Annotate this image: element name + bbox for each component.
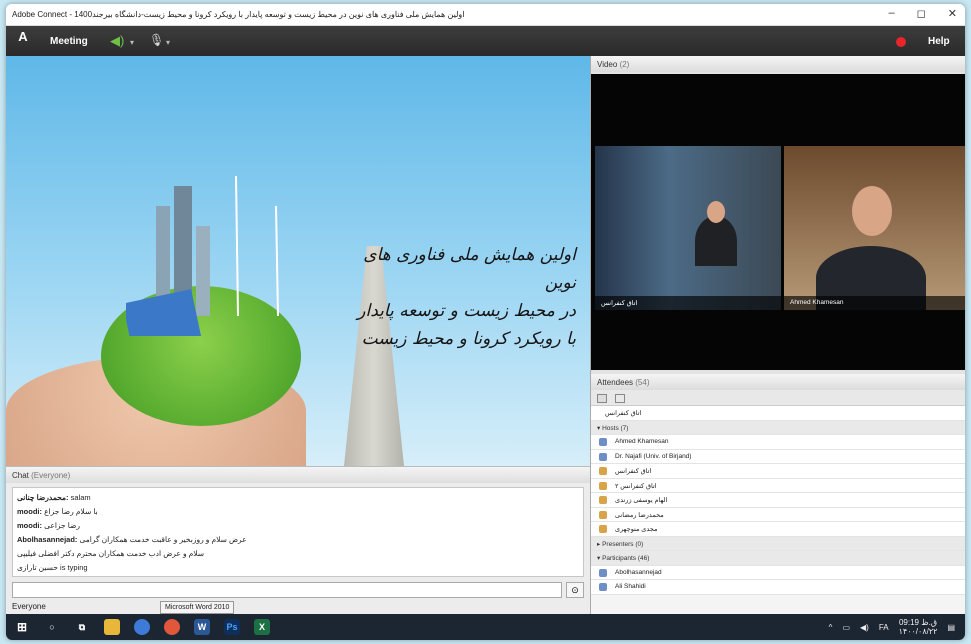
chat-message: سلام و عرض ادب خدمت همکاران محترم دکتر ا… [17,549,205,558]
window-title: اولین همایش ملی فناوری های نوین در محیط … [12,10,465,19]
help-menu[interactable]: Help [928,36,950,47]
slide-title: اولین همایش ملی فناوری های نوین در محیط … [346,241,576,353]
title-bar: اولین همایش ملی فناوری های نوین در محیط … [6,4,965,26]
minimize-button[interactable]: – [889,7,895,20]
app-window: اولین همایش ملی فناوری های نوین در محیط … [6,4,965,640]
attendee-row[interactable]: محمدرضا رمضانی [591,507,965,522]
search-icon[interactable]: ○ [44,619,60,635]
share-pod: اولین همایش ملی فناوری های نوین در محیط … [6,56,590,466]
video-feed-name: Ahmed Khamesan [784,296,965,310]
microphone-dropdown-icon[interactable]: ▾ [166,38,170,47]
word-icon[interactable]: W [194,619,210,635]
notifications-icon[interactable]: ▤ [947,623,955,632]
clock-time: 09:19 ق.ظ [898,618,938,627]
menu-bar: A Meeting ◀) ▾ 🎙 ▾ Help [6,26,965,56]
attendees-header: Attendees (54) [591,374,965,390]
chat-message: moodi: رضا جزاعی [17,521,81,530]
chat-pod: Chat (Everyone) محمدرضا چنانی: salam moo… [6,466,590,614]
taskbar-icons: ⊞ ○ ⧉ W Ps X [14,619,270,635]
microphone-icon[interactable]: 🎙 [149,33,164,47]
right-sidebar: Video (2) اتاق کنفرانس Ahmed Khamesan At… [590,56,965,614]
chat-input[interactable] [12,582,562,598]
attendee-row[interactable]: Abolhasannejad [591,565,965,580]
host-icon [599,438,607,446]
participants-group-header[interactable]: ▾ Participants (46) [591,551,965,566]
host-icon [599,452,607,461]
volume-icon[interactable]: ◀) [860,623,869,632]
chat-message: Abolhasannejad: عرض سلام و روزبخیر و عاق… [17,535,247,544]
chat-messages[interactable]: محمدرضا چنانی: salam moodi: با سلام رضا … [12,487,584,577]
slide-title-line: با رویکرد کرونا و محیط زیست [361,329,576,349]
attendee-row[interactable]: Dr. Najafi (Univ. of Birjand) [591,449,965,464]
attendee-row[interactable]: اتاق کنفرانس [591,464,965,479]
chat-title: Chat [12,471,29,480]
file-explorer-icon[interactable] [104,619,120,635]
video-feed[interactable]: Ahmed Khamesan [784,146,965,310]
person-image [695,216,737,266]
photoshop-icon[interactable]: Ps [224,619,240,635]
face-image [852,186,892,236]
video-title: Video [597,60,618,69]
chrome-icon[interactable] [164,619,180,635]
taskbar-tooltip: Microsoft Word 2010 [160,601,235,614]
maximize-button[interactable]: ◻ [917,7,926,20]
hosts-group-header[interactable]: ▾ Hosts (7) [591,420,965,435]
speaker-dropdown-icon[interactable]: ▾ [130,38,134,47]
chat-message: محمدرضا چنانی: salam [17,493,91,502]
meeting-menu[interactable]: Meeting [50,36,88,47]
system-tray: ^ ▭ ◀) FA 09:19 ق.ظ ۱۴۰۰/۰۸/۲۲ ▤ [829,618,955,636]
language-indicator[interactable]: FA [879,623,889,632]
attendee-row[interactable]: مجدی منوچهری [591,522,965,537]
attendees-title: Attendees [597,378,634,387]
chat-recipient[interactable]: Everyone [12,602,46,611]
host-icon [599,481,607,490]
typing-indicator: حسین تارازی is typing [17,563,88,572]
chat-message: moodi: با سلام رضا جزاع [17,507,98,516]
video-header: Video (2) [591,56,965,72]
video-count: (2) [619,60,630,69]
chat-scope: (Everyone) [31,471,71,480]
participant-icon [599,568,607,577]
face-image [707,201,725,223]
attendee-row[interactable]: اتاق کنفرانس ۲ [591,478,965,493]
my-status-row[interactable]: اتاق کنفرانس [591,406,965,421]
host-icon [599,496,607,504]
attendees-pod: Attendees (54) اتاق کنفرانس ▾ Hosts (7) … [591,374,965,614]
network-icon[interactable]: ▭ [842,623,850,632]
participant-icon [599,583,607,591]
my-name: اتاق کنفرانس [605,410,642,417]
window-controls: – ◻ ✕ [889,7,957,20]
presenters-group-header[interactable]: ▸ Presenters (0) [591,536,965,551]
slide-title-line: در محیط زیست و توسعه پایدار [357,301,576,321]
attendee-row[interactable]: Ali Shahidi [591,580,965,595]
task-view-icon[interactable]: ⧉ [74,619,90,635]
attendee-row[interactable]: Ahmed Khamesan [591,435,965,450]
host-icon [599,510,607,519]
attendees-toolbar [591,390,965,406]
close-button[interactable]: ✕ [948,7,957,20]
speaker-icon[interactable]: ◀) [110,33,126,48]
attendees-count: (54) [635,378,650,387]
video-feed-name: اتاق کنفرانس [595,296,781,310]
clock-date: ۱۴۰۰/۰۸/۲۲ [898,627,938,636]
slide-title-line: اولین همایش ملی فناوری های نوین [363,245,576,293]
host-icon [599,467,607,475]
city-skyline-image [126,176,279,336]
edge-icon[interactable] [134,619,150,635]
chat-header: Chat (Everyone) [6,467,590,483]
taskbar: ⊞ ○ ⧉ W Ps X ^ ▭ ◀) FA 09:19 ق.ظ ۱۴۰۰/۰۸… [6,614,965,640]
list-view-icon[interactable] [597,394,607,403]
send-message-button[interactable]: ⊙ [566,582,584,598]
video-pod: اتاق کنفرانس Ahmed Khamesan [591,74,965,370]
windows-start-icon[interactable]: ⊞ [14,619,30,635]
attendee-row[interactable]: الهام یوسفی زرندی [591,493,965,508]
excel-icon[interactable]: X [254,619,270,635]
recording-indicator-icon[interactable] [896,37,906,47]
adobe-logo-icon: A [18,29,28,44]
clock[interactable]: 09:19 ق.ظ ۱۴۰۰/۰۸/۲۲ [899,618,938,636]
grid-view-icon[interactable] [615,394,626,403]
video-feed[interactable]: اتاق کنفرانس [595,146,781,310]
host-icon [599,525,607,533]
tray-chevron-icon[interactable]: ^ [829,623,833,632]
